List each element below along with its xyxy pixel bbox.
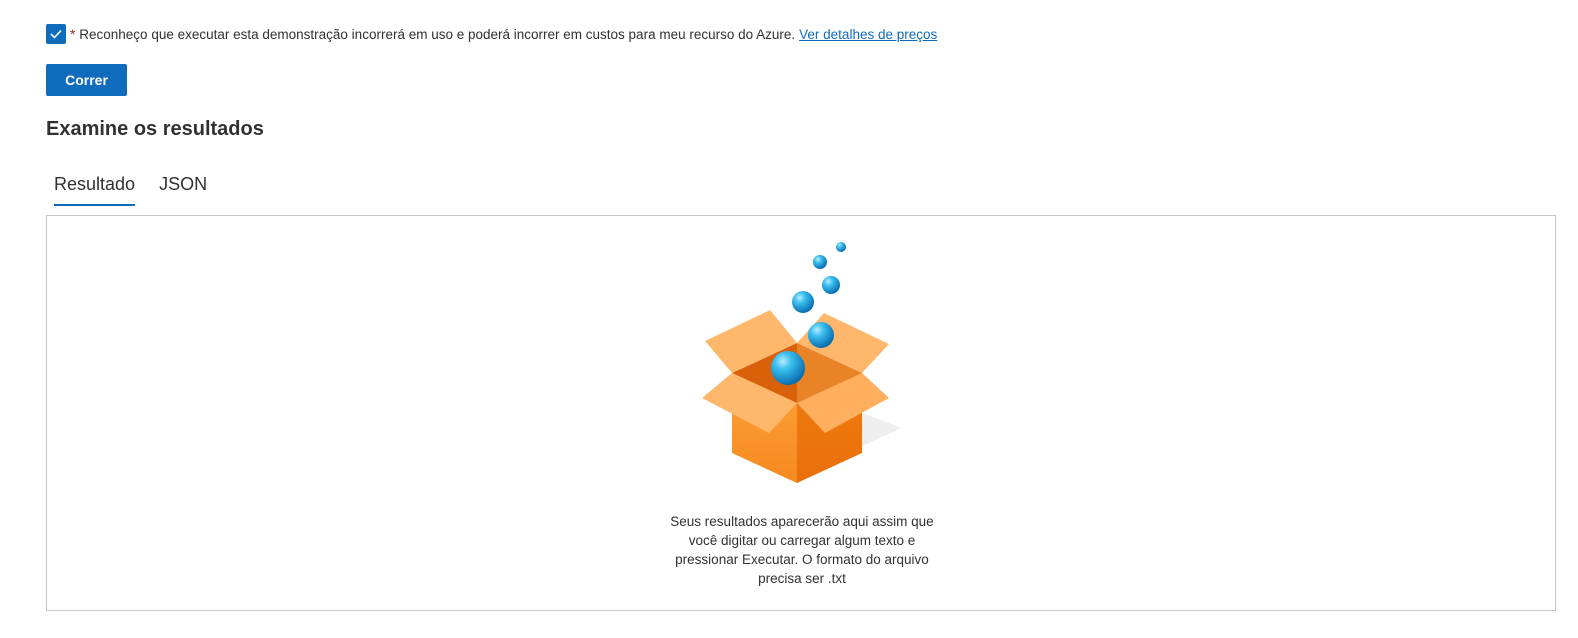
run-button[interactable]: Correr — [46, 64, 127, 96]
page: * Reconheço que executar esta demonstraç… — [0, 0, 1578, 638]
consent-row: * Reconheço que executar esta demonstraç… — [46, 24, 937, 44]
consent-text: Reconheço que executar esta demonstração… — [79, 26, 796, 42]
tab-resultado[interactable]: Resultado — [46, 168, 143, 206]
results-panel: Seus resultados aparecerão aqui assim qu… — [46, 215, 1556, 611]
pricing-details-link[interactable]: Ver detalhes de preços — [799, 27, 937, 42]
results-tabs: Resultado JSON — [46, 168, 223, 206]
open-box-illustration — [702, 242, 902, 483]
checkmark-icon — [50, 29, 62, 39]
tab-json[interactable]: JSON — [151, 168, 215, 200]
empty-results-message: Seus resultados aparecerão aqui assim qu… — [670, 514, 934, 586]
required-marker: * — [70, 26, 76, 42]
consent-checkbox[interactable] — [46, 24, 66, 44]
results-title: Examine os resultados — [46, 118, 264, 140]
